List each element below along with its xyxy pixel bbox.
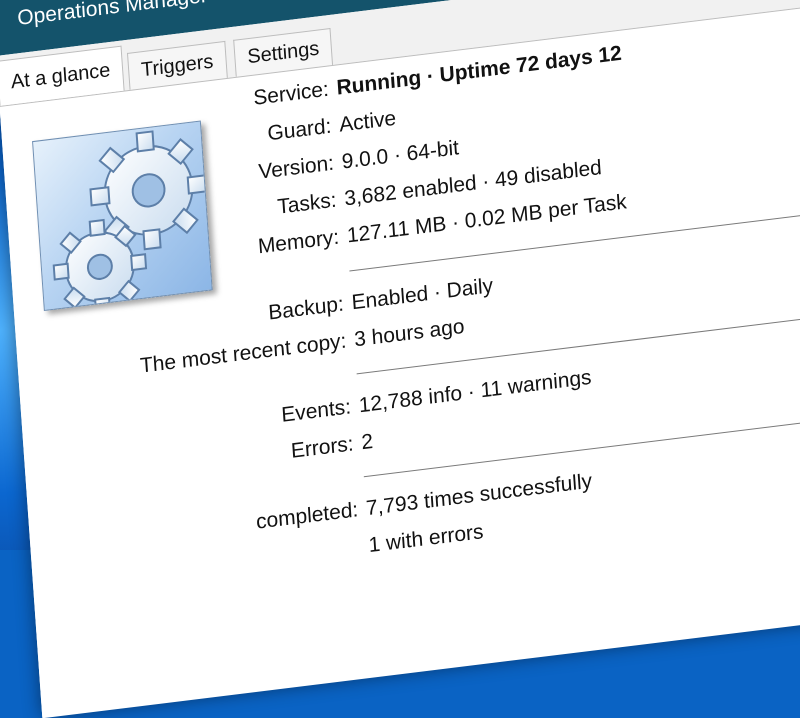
backup-label: Backup: (267, 292, 345, 325)
window-title: Operations Manager (16, 0, 209, 31)
version-value: 9.0.0 · 64-bit (341, 136, 460, 174)
with-errors-value: 1 with errors (367, 520, 485, 558)
memory-label: Memory: (257, 225, 340, 259)
errors-label: Errors: (290, 432, 355, 463)
recent-copy-value: 3 hours ago (353, 314, 466, 352)
app-window: Operations Manager At a glance Triggers … (0, 0, 800, 718)
guard-label: Guard: (266, 114, 333, 146)
errors-value: 2 (360, 429, 374, 455)
completed-label: completed: (255, 498, 359, 534)
service-label: Service: (252, 77, 330, 110)
events-label: Events: (280, 395, 352, 427)
backup-value: Enabled · Daily (350, 274, 494, 315)
glance-panel: Service: Running · Uptime 72 days 12 Gua… (0, 0, 800, 718)
guard-value: Active (338, 106, 397, 137)
tasks-label: Tasks: (276, 188, 338, 219)
version-label: Version: (257, 151, 335, 184)
